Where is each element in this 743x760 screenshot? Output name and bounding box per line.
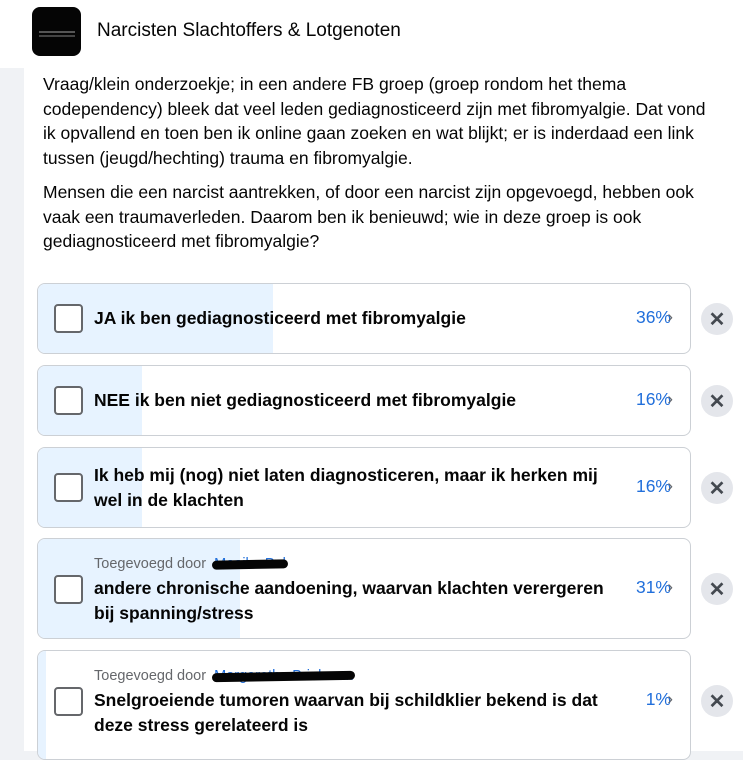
close-icon: ✕	[708, 477, 726, 500]
chevron-right-icon[interactable]: ›	[667, 577, 673, 597]
added-by-name[interactable]: Margaretha Brinkman	[212, 668, 356, 684]
chevron-right-icon[interactable]: ›	[667, 689, 673, 709]
post-body: Vraag/klein onderzoekje; in een andere F…	[43, 72, 715, 264]
group-name[interactable]: Narcisten Slachtoffers & Lotgenoten	[97, 20, 401, 42]
added-by-name[interactable]: Maaike Pol	[212, 556, 288, 572]
option-checkbox[interactable]	[54, 386, 83, 415]
post-paragraph: Mensen die een narcist aantrekken, of do…	[43, 182, 694, 251]
post-card: Vraag/klein onderzoekje; in een andere F…	[24, 68, 743, 760]
close-icon: ✕	[708, 390, 726, 413]
vote-share-bar	[38, 651, 46, 759]
poll-option[interactable]: Toegevoegd door Margaretha Brinkman Snel…	[37, 650, 691, 760]
poll-option[interactable]: Ik heb mij (nog) niet laten diagnosticer…	[37, 447, 691, 528]
option-label: JA ik ben gediagnosticeerd met fibromyal…	[94, 308, 466, 328]
poll-option[interactable]: Toegevoegd door Maaike Pol andere chroni…	[37, 538, 691, 639]
option-checkbox[interactable]	[54, 304, 83, 333]
option-percent[interactable]: 36%	[636, 307, 671, 328]
option-percent[interactable]: 31%	[636, 577, 671, 598]
close-icon: ✕	[708, 690, 726, 713]
option-label: Ik heb mij (nog) niet laten diagnosticer…	[94, 465, 598, 510]
option-label: andere chronische aandoening, waarvan kl…	[94, 578, 604, 623]
remove-option-button[interactable]: ✕	[701, 472, 733, 504]
option-percent[interactable]: 16%	[636, 389, 671, 410]
remove-option-button[interactable]: ✕	[701, 685, 733, 717]
remove-option-button[interactable]: ✕	[701, 303, 733, 335]
redaction-scribble	[212, 559, 288, 570]
added-by-text: Toegevoegd door	[94, 556, 207, 572]
group-header: Narcisten Slachtoffers & Lotgenoten	[0, 0, 743, 68]
group-avatar[interactable]	[32, 7, 81, 56]
chevron-right-icon[interactable]: ›	[667, 476, 673, 496]
close-icon: ✕	[708, 308, 726, 331]
option-checkbox[interactable]	[54, 473, 83, 502]
remove-option-button[interactable]: ✕	[701, 385, 733, 417]
remove-option-button[interactable]: ✕	[701, 573, 733, 605]
option-checkbox[interactable]	[54, 687, 83, 716]
poll-option[interactable]: NEE ik ben niet gediagnosticeerd met fib…	[37, 365, 691, 436]
option-percent[interactable]: 16%	[636, 476, 671, 497]
chevron-right-icon[interactable]: ›	[667, 389, 673, 409]
option-checkbox[interactable]	[54, 575, 83, 604]
option-label: Snelgroeiende tumoren waarvan bij schild…	[94, 690, 598, 735]
option-label: NEE ik ben niet gediagnosticeerd met fib…	[94, 390, 517, 410]
post-paragraph: Vraag/klein onderzoekje; in een andere F…	[43, 74, 706, 168]
poll-option[interactable]: JA ik ben gediagnosticeerd met fibromyal…	[37, 283, 691, 354]
added-by-line: Toegevoegd door Maaike Pol	[94, 556, 288, 572]
close-icon: ✕	[708, 578, 726, 601]
chevron-right-icon[interactable]: ›	[667, 307, 673, 327]
added-by-line: Toegevoegd door Margaretha Brinkman	[94, 668, 356, 684]
added-by-text: Toegevoegd door	[94, 668, 207, 684]
